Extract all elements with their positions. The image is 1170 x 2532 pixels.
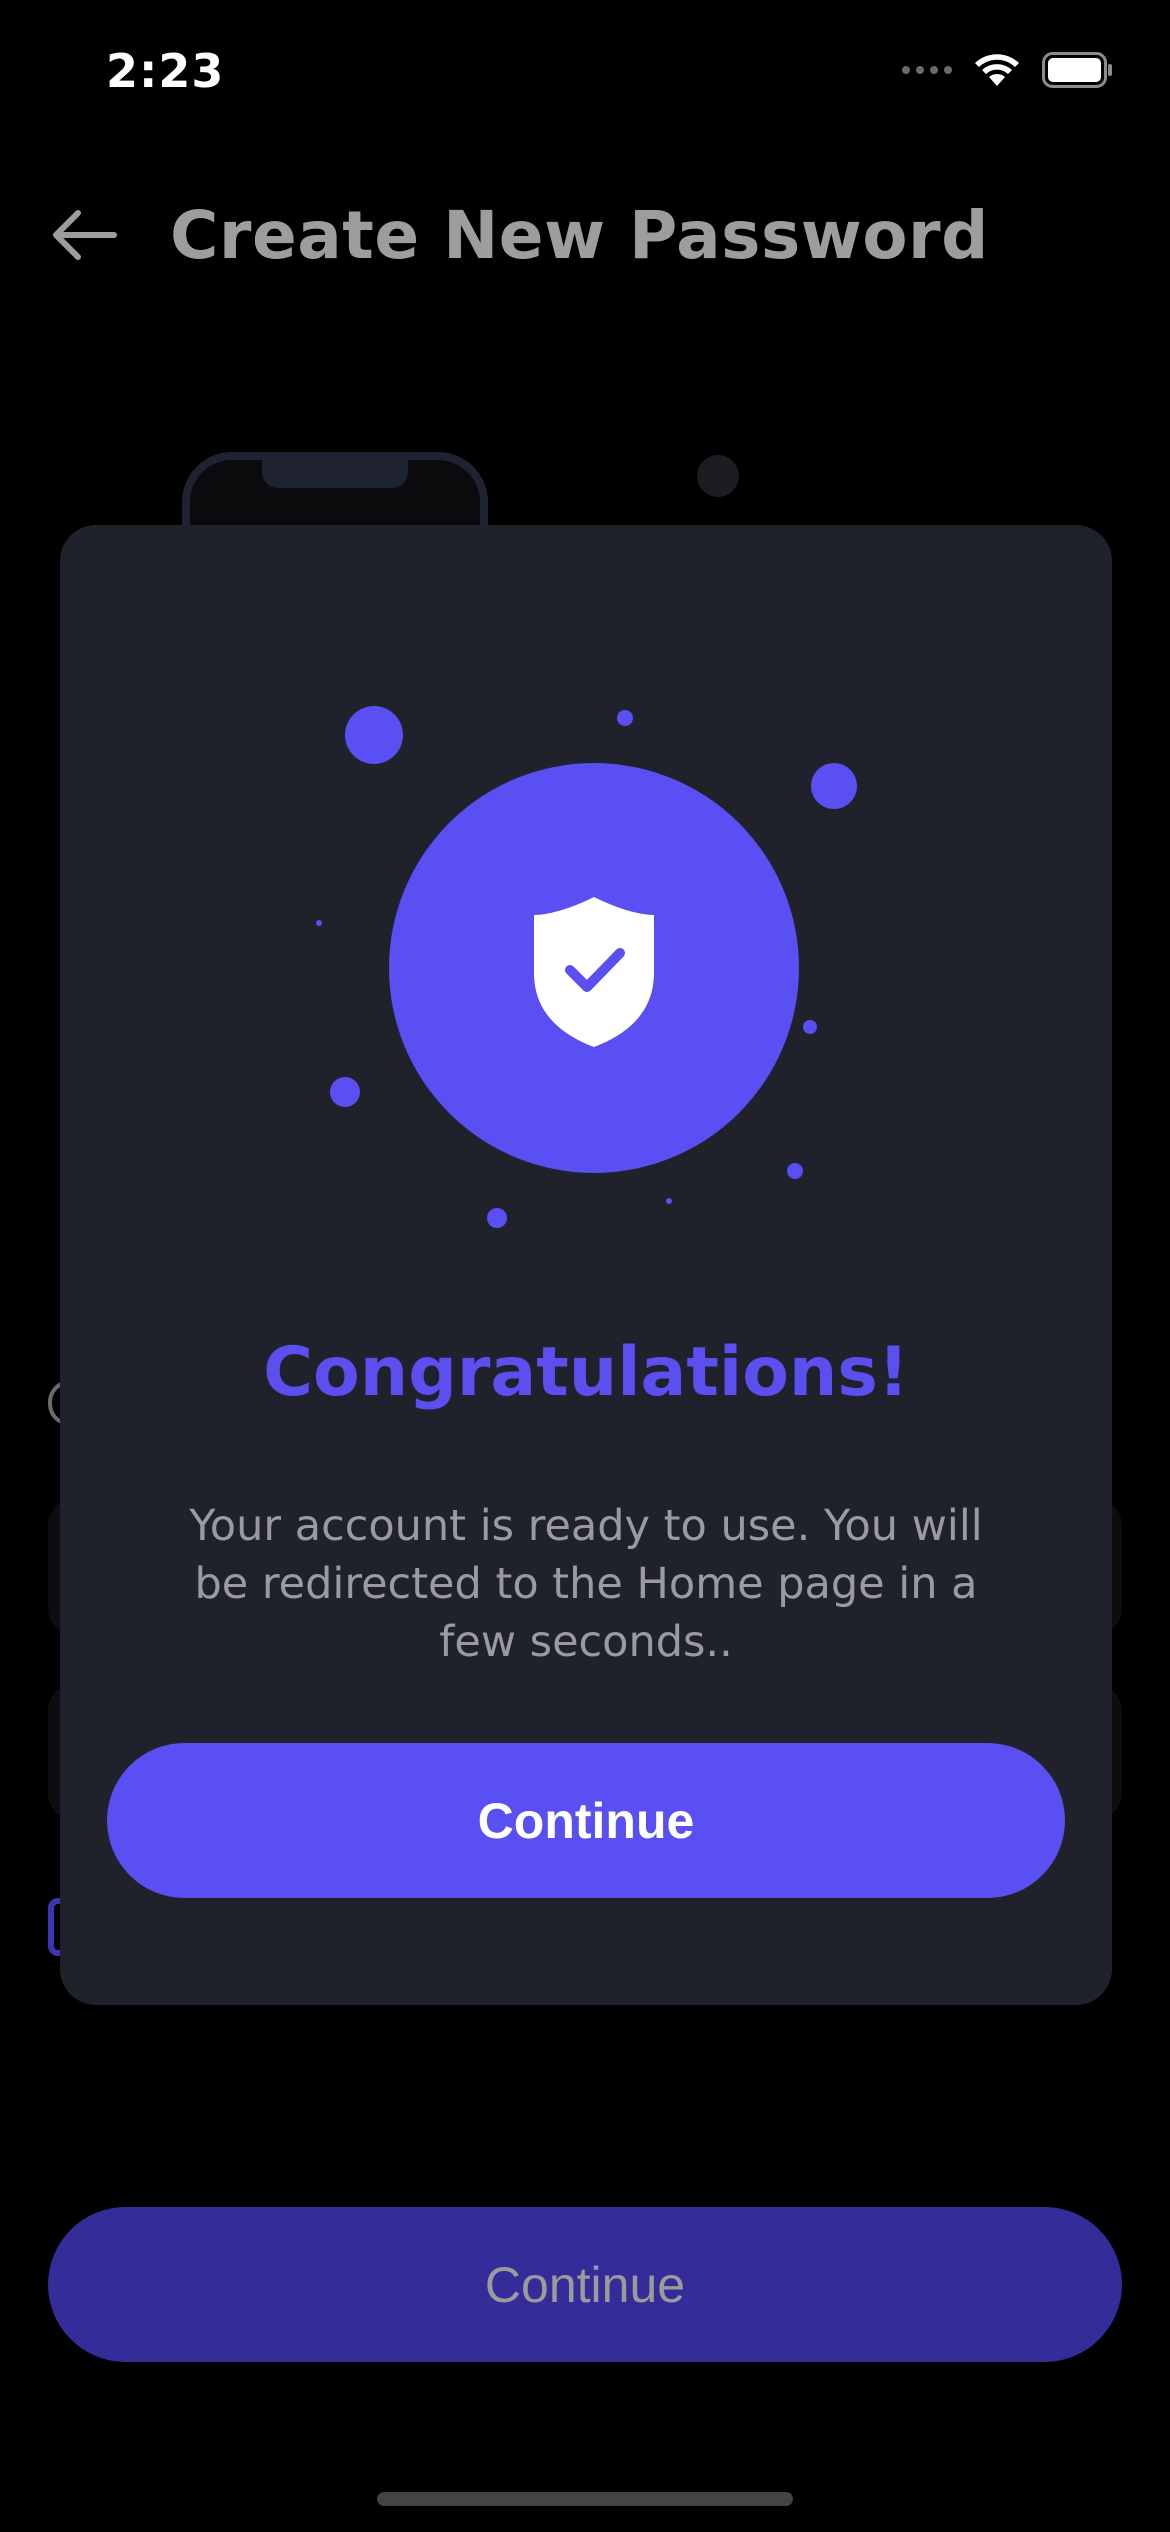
success-modal: Congratulations! Your account is ready t… [60,525,1112,2005]
success-illustration [316,706,857,1228]
modal-message: Your account is ready to use. You will b… [189,1501,983,1667]
modal-title: Congratulations! [263,1333,909,1412]
home-indicator[interactable] [377,2492,793,2506]
phone-illustration [182,452,488,532]
illustration-dot [697,455,739,497]
background-continue-button[interactable]: Continue [48,2207,1122,2362]
page-title: Create New Password [170,196,989,274]
continue-button[interactable]: Continue [107,1743,1065,1898]
app-header: Create New Password [48,190,989,280]
arrow-left-icon[interactable] [48,199,120,271]
